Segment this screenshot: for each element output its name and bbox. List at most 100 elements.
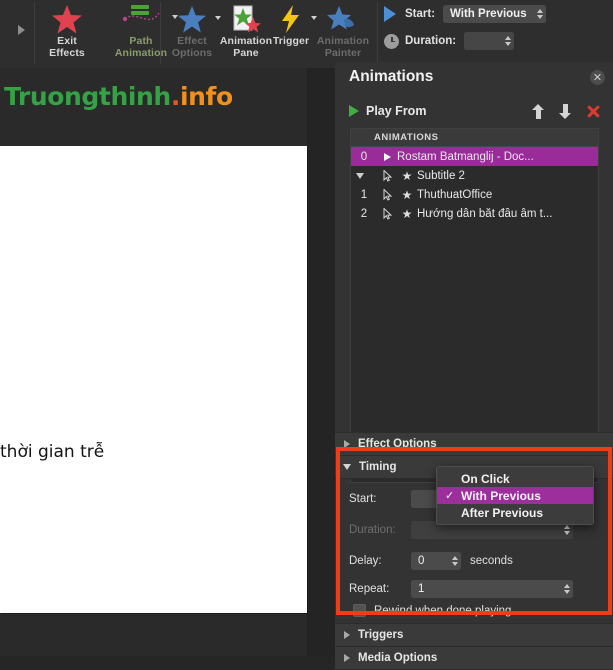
cursor-click-icon: [377, 207, 397, 220]
ribbon-duration-row: Duration:: [384, 32, 515, 50]
animations-list[interactable]: ANIMATIONS 0 Rostam Batmanglij - Doc... …: [350, 128, 599, 483]
section-label-effect-options: Effect Options: [358, 438, 437, 450]
slide-canvas[interactable]: thời gian trễ: [0, 146, 307, 613]
watermark-green-text: Truongthinh: [4, 82, 171, 111]
ribbon-start-stepper[interactable]: [537, 9, 544, 19]
chevron-right-icon: [344, 440, 350, 448]
collapse-arrow-icon[interactable]: [18, 25, 25, 35]
timing-duration-stepper[interactable]: [564, 525, 570, 535]
ribbon-label-animation-painter-2: Painter: [324, 46, 362, 59]
ribbon-duration-label: Duration:: [405, 35, 457, 47]
timing-delay-label: Delay:: [349, 555, 382, 567]
animation-painter-icon: [314, 2, 372, 36]
section-label-media-options: Media Options: [358, 652, 438, 664]
timing-repeat-row: Repeat: 1: [349, 580, 573, 598]
watermark-dot: .: [170, 82, 181, 111]
play-triangle-icon: [384, 6, 396, 22]
ribbon-start-label: Start:: [405, 8, 436, 20]
menu-item-on-click[interactable]: On Click: [437, 470, 593, 487]
ribbon-duration-input[interactable]: [464, 32, 515, 50]
table-row[interactable]: ★ Subtitle 2: [351, 166, 598, 185]
play-from-button[interactable]: Play From: [349, 104, 426, 118]
animations-list-header: ANIMATIONS: [351, 129, 598, 147]
ribbon-start-value: With Previous: [450, 8, 527, 20]
timing-repeat-label: Repeat:: [349, 583, 390, 595]
timing-delay-value: 0: [418, 555, 425, 567]
start-dropdown-menu[interactable]: On Click ✓ With Previous After Previous: [436, 466, 594, 525]
section-effect-options[interactable]: Effect Options: [335, 432, 613, 456]
ribbon-duration-stepper[interactable]: [505, 36, 512, 46]
row-label: Hướng dẫn bắt đầu âm t...: [417, 207, 553, 220]
row-label: Subtitle 2: [417, 169, 465, 182]
ribbon-label-animation-pane-2: Pane: [233, 46, 259, 59]
ribbon-button-animation-painter[interactable]: Animation Painter: [314, 2, 372, 59]
ribbon-label-trigger: Trigger: [272, 35, 310, 47]
section-media-options[interactable]: Media Options: [335, 646, 613, 670]
play-from-label: Play From: [366, 104, 427, 118]
play-triangle-icon: [349, 105, 359, 117]
ribbon-button-trigger[interactable]: Trigger: [264, 2, 318, 48]
cursor-click-icon: [377, 169, 397, 182]
clock-icon: [384, 33, 399, 49]
watermark-logo: Truongthinh.info: [4, 82, 233, 111]
row-index: 0: [360, 150, 368, 163]
menu-item-label: With Previous: [461, 488, 541, 503]
timing-delay-stepper[interactable]: [452, 556, 458, 566]
checkmark-icon: ✓: [445, 490, 455, 502]
ribbon-button-exit-effects[interactable]: Exit Effects: [38, 2, 96, 59]
ribbon-start-row: Start: With Previous: [384, 5, 547, 23]
menu-item-after-previous[interactable]: After Previous: [437, 504, 593, 521]
ribbon-label-exit-effects-2: Effects: [49, 46, 85, 59]
timing-repeat-stepper[interactable]: [564, 584, 570, 594]
star-icon: ★: [401, 168, 413, 183]
table-row[interactable]: 2 ★ Hướng dẫn bắt đầu âm t...: [351, 204, 598, 223]
lightning-bolt-icon: [264, 2, 318, 36]
ribbon-label-animation-painter-1: Animation: [316, 35, 370, 47]
row-index: 2: [360, 207, 368, 220]
timing-delay-unit: seconds: [470, 555, 513, 567]
reorder-controls: [532, 104, 601, 119]
animations-list-header-label: ANIMATIONS: [374, 132, 439, 143]
ribbon-toolbar: Exit Effects Path Animation Effect Optio…: [0, 0, 613, 68]
canvas-background: [307, 68, 335, 656]
section-label-triggers: Triggers: [358, 629, 404, 641]
row-label: Rostam Batmanglij - Doc...: [397, 150, 534, 163]
panel-title: Animations: [349, 68, 434, 85]
timing-rewind-row[interactable]: Rewind when done playing: [353, 604, 511, 617]
table-row[interactable]: 0 Rostam Batmanglij - Doc...: [351, 147, 598, 166]
timing-repeat-value: 1: [418, 583, 425, 595]
section-label-timing: Timing: [359, 461, 397, 473]
row-index: 1: [360, 188, 368, 201]
ribbon-label-exit-effects-1: Exit: [57, 35, 77, 47]
powerpoint-animations-screen: Exit Effects Path Animation Effect Optio…: [0, 0, 613, 670]
close-icon[interactable]: ✕: [590, 70, 605, 85]
chevron-right-icon: [344, 654, 350, 662]
cursor-click-icon: [377, 188, 397, 201]
menu-item-label: On Click: [461, 471, 510, 486]
menu-item-with-previous[interactable]: ✓ With Previous: [437, 487, 593, 504]
star-icon: ★: [401, 206, 413, 221]
slide-text[interactable]: thời gian trễ: [0, 442, 104, 462]
watermark-orange-text: info: [179, 82, 233, 111]
play-triangle-icon: [377, 152, 397, 161]
chevron-down-icon: [343, 464, 351, 470]
chevron-down-icon[interactable]: [356, 173, 364, 179]
timing-duration-label: Duration:: [349, 524, 396, 536]
timing-repeat-select[interactable]: 1: [411, 580, 573, 598]
animations-panel: Animations ✕ Play From ANIMATIONS 0 Rost…: [335, 62, 613, 670]
menu-item-label: After Previous: [461, 505, 544, 520]
move-up-icon[interactable]: [532, 104, 545, 119]
table-row[interactable]: 1 ★ ThuthuatOffice: [351, 185, 598, 204]
delete-icon[interactable]: [586, 104, 601, 119]
section-triggers[interactable]: Triggers: [335, 623, 613, 647]
row-label: ThuthuatOffice: [417, 188, 493, 201]
ribbon-start-select[interactable]: With Previous: [443, 5, 547, 23]
rewind-checkbox[interactable]: [353, 604, 366, 617]
timing-delay-row: Delay: 0 seconds: [349, 552, 513, 570]
timing-delay-input[interactable]: 0: [411, 552, 461, 570]
timing-start-label: Start:: [349, 493, 377, 505]
chevron-right-icon: [344, 631, 350, 639]
red-star-icon: [38, 2, 96, 36]
rewind-label: Rewind when done playing: [374, 604, 512, 617]
move-down-icon[interactable]: [559, 104, 572, 119]
